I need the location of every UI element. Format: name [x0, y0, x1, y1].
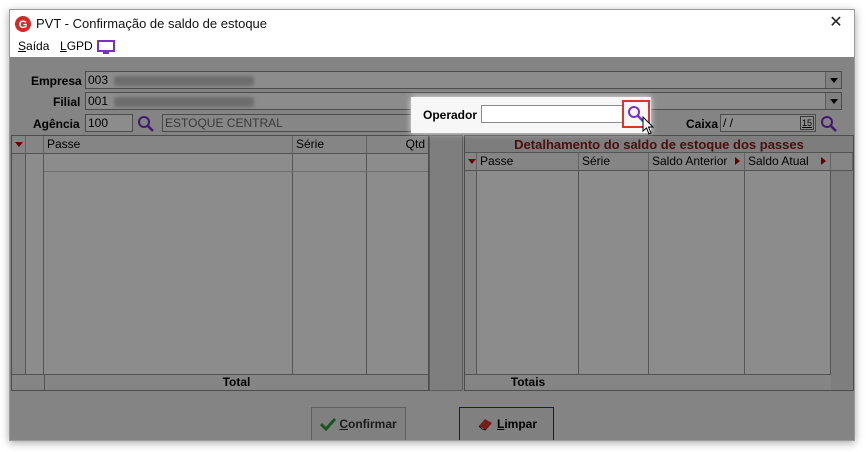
- grid-row-line: [44, 171, 428, 172]
- sort-indicator-icon: [468, 159, 476, 164]
- grid-column: [649, 171, 745, 374]
- expand-right-icon[interactable]: [821, 157, 826, 165]
- total-label: Total: [44, 375, 428, 390]
- eraser-icon: [478, 419, 492, 431]
- column-header-saldo-atual[interactable]: Saldo Atual: [745, 153, 831, 171]
- grid-column: [26, 154, 44, 374]
- empresa-select[interactable]: 003: [85, 71, 842, 89]
- column-header-qtd[interactable]: Qtd: [367, 136, 428, 154]
- grid-column: [579, 171, 649, 374]
- grid-indicator-header[interactable]: [12, 136, 26, 154]
- caixa-search-icon[interactable]: [820, 115, 838, 133]
- calendar-icon[interactable]: 15: [800, 116, 814, 130]
- operador-label: Operador: [423, 108, 478, 122]
- operador-spotlight: Operador: [411, 97, 655, 135]
- totais-label: Totais: [510, 375, 546, 389]
- detail-grid[interactable]: Detalhamento do saldo de estoque dos pas…: [464, 135, 854, 391]
- grid-blank-header: [831, 153, 853, 171]
- mouse-cursor-icon: [642, 116, 655, 135]
- window-title: PVT - Confirmação de saldo de estoque: [36, 16, 268, 31]
- menu-lgpd[interactable]: LGPD: [60, 39, 93, 53]
- menu-bar: Saída LGPD: [10, 37, 854, 57]
- empresa-label: Empresa: [31, 74, 82, 88]
- svg-text:G: G: [19, 19, 28, 31]
- grid-footer: Total: [12, 374, 428, 390]
- grid-blank-header: [26, 136, 44, 154]
- column-header-saldo-anterior[interactable]: Saldo Anterior: [649, 153, 745, 171]
- agencia-name-field: ESTOQUE CENTRAL: [162, 114, 412, 132]
- filial-label: Filial: [53, 95, 81, 109]
- check-icon: [320, 417, 337, 431]
- grid-column: [477, 171, 579, 374]
- column-header-passe[interactable]: Passe: [44, 136, 293, 154]
- confirmar-button[interactable]: Confirmar: [311, 407, 406, 440]
- vertical-scrollbar[interactable]: [831, 171, 853, 390]
- passes-grid[interactable]: Passe Série Qtd Total: [11, 135, 429, 391]
- menu-saida[interactable]: Saída: [18, 39, 49, 53]
- operador-input[interactable]: [481, 105, 623, 123]
- limpar-button[interactable]: Limpar: [459, 407, 554, 440]
- agencia-search-icon[interactable]: [137, 115, 155, 133]
- chevron-down-icon[interactable]: [825, 93, 841, 109]
- caixa-label: Caixa: [686, 117, 719, 131]
- app-window: G PVT - Confirmação de saldo de estoque …: [9, 9, 855, 441]
- grid-indicator-header[interactable]: [465, 153, 477, 171]
- detail-title: Detalhamento do saldo de estoque dos pas…: [465, 136, 853, 153]
- sort-indicator-icon: [15, 142, 23, 147]
- app-logo-icon: G: [15, 16, 31, 32]
- grid-column: [293, 154, 367, 374]
- column-header-serie[interactable]: Série: [293, 136, 367, 154]
- grid-separator: [429, 135, 463, 391]
- grid-column: [745, 171, 831, 374]
- row-indicator-column: [12, 154, 26, 374]
- expand-right-icon[interactable]: [735, 157, 740, 165]
- column-header-serie[interactable]: Série: [579, 153, 649, 171]
- chevron-down-icon[interactable]: [825, 72, 841, 88]
- grid-column: [44, 154, 293, 374]
- close-button[interactable]: ✕: [826, 13, 846, 33]
- column-header-passe[interactable]: Passe: [477, 153, 579, 171]
- title-bar: G PVT - Confirmação de saldo de estoque …: [10, 10, 854, 37]
- monitor-icon[interactable]: [97, 40, 115, 54]
- row-indicator-column: [465, 171, 477, 374]
- agencia-code-input[interactable]: 100: [85, 114, 133, 132]
- grid-footer: Totais: [465, 374, 831, 390]
- agencia-label: Agência: [33, 117, 80, 131]
- caixa-date-input[interactable]: / / 15: [720, 114, 816, 132]
